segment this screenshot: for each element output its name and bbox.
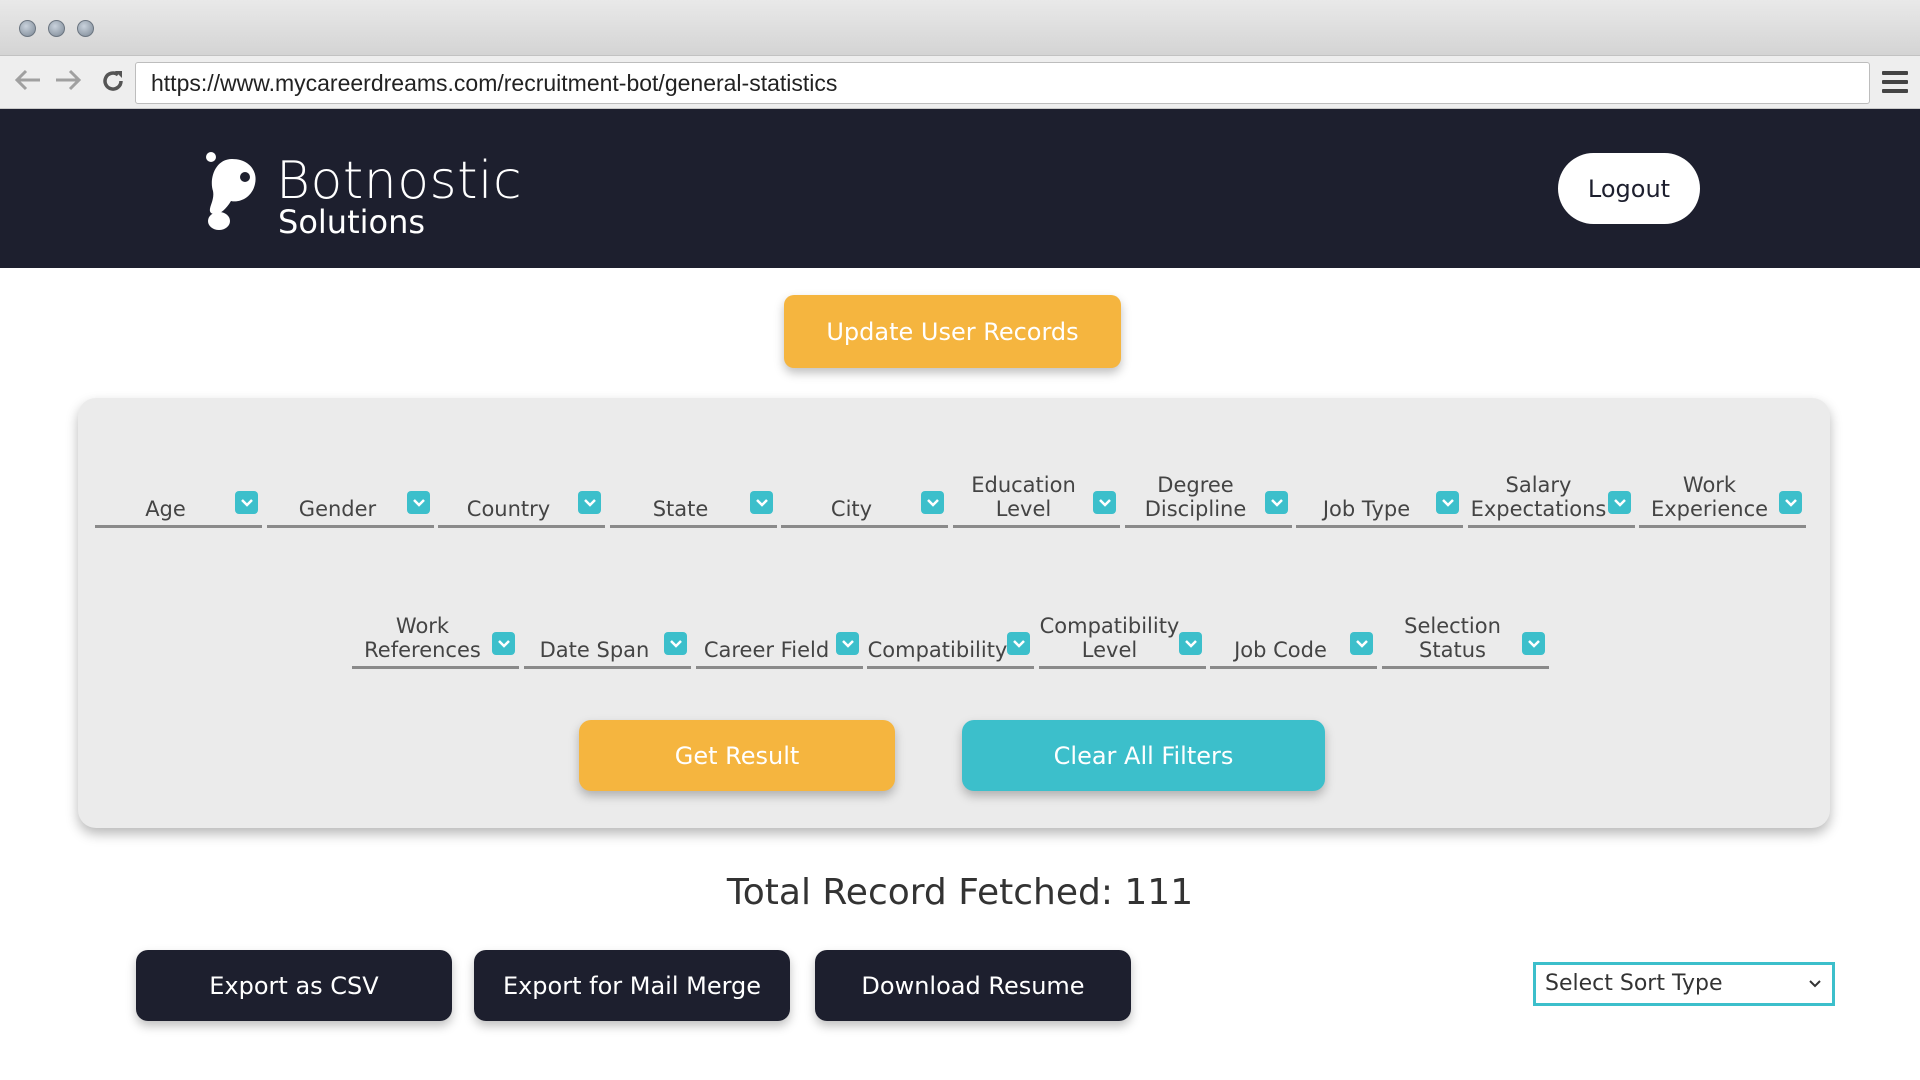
logo-subtitle: Solutions [278,203,426,241]
botnostic-logo-icon [206,152,256,230]
total-records-text: Total Record Fetched: 111 [726,872,1194,913]
update-user-records-button[interactable]: Update User Records [784,295,1121,368]
reload-icon[interactable] [100,68,126,100]
filter-label: Date Span [539,638,650,662]
chevron-down-icon[interactable] [1179,632,1202,655]
filter-label: City [830,497,873,521]
browser-menu-icon[interactable] [1882,71,1908,93]
chevron-down-icon[interactable] [1436,491,1459,514]
address-bar[interactable]: https://www.mycareerdreams.com/recruitme… [135,62,1870,104]
back-arrow-icon[interactable] [14,68,42,98]
browser-toolbar: https://www.mycareerdreams.com/recruitme… [0,56,1920,109]
logo-title: Botnostic [276,151,523,211]
window-maximize-icon[interactable] [77,20,94,37]
chevron-down-icon[interactable] [1779,491,1802,514]
site-header: Botnostic Solutions Logout [0,109,1920,268]
chevron-down-icon[interactable] [1093,491,1116,514]
filter-compatibility-level[interactable]: Compatibility Level [1039,594,1206,669]
filter-label: Selection Status [1404,614,1501,662]
filter-city[interactable]: City [781,453,948,528]
filter-country[interactable]: Country [438,453,605,528]
chevron-down-icon[interactable] [836,632,859,655]
filter-job-code[interactable]: Job Code [1210,594,1377,669]
chevron-down-icon[interactable] [1522,632,1545,655]
chevron-down-icon[interactable] [1007,632,1030,655]
sort-type-select[interactable]: Select Sort Type [1533,962,1835,1006]
logout-button[interactable]: Logout [1558,153,1700,224]
window-minimize-icon[interactable] [48,20,65,37]
export-csv-button[interactable]: Export as CSV [136,950,452,1021]
filter-education-level[interactable]: Education Level [953,453,1120,528]
filter-gender[interactable]: Gender [267,453,434,528]
filter-label: Work Experience [1650,473,1769,521]
browser-titlebar [0,0,1920,56]
clear-all-filters-button[interactable]: Clear All Filters [962,720,1325,791]
filter-salary-expectations[interactable]: Salary Expectations [1468,453,1635,528]
filter-label: Job Code [1234,638,1327,662]
filter-work-experience[interactable]: Work Experience [1639,453,1806,528]
chevron-down-icon[interactable] [1608,491,1631,514]
filter-job-type[interactable]: Job Type [1296,453,1463,528]
filter-career-field[interactable]: Career Field [696,594,863,669]
chevron-down-icon [1808,965,1822,1017]
filter-label: Age [145,497,186,521]
chevron-down-icon[interactable] [407,491,430,514]
filter-label: Work References [364,614,481,662]
filter-work-references[interactable]: Work References [352,594,519,669]
filter-date-span[interactable]: Date Span [524,594,691,669]
window-close-icon[interactable] [19,20,36,37]
filter-label: Salary Expectations [1470,473,1607,521]
get-result-button[interactable]: Get Result [579,720,895,791]
filter-label: Job Type [1322,497,1411,521]
filter-compatibility[interactable]: Compatibility [867,594,1034,669]
filter-panel: Age Gender Country State City Education … [78,398,1830,828]
filter-state[interactable]: State [610,453,777,528]
chevron-down-icon[interactable] [1265,491,1288,514]
filter-selection-status[interactable]: Selection Status [1382,594,1549,669]
filter-label: Gender [298,497,377,521]
sort-type-value: Select Sort Type [1545,971,1723,996]
chevron-down-icon[interactable] [750,491,773,514]
filter-label: Degree Discipline [1144,473,1247,521]
filter-label: Career Field [703,638,830,662]
filter-label: State [652,497,709,521]
chevron-down-icon[interactable] [664,632,687,655]
chevron-down-icon[interactable] [1350,632,1373,655]
download-resume-button[interactable]: Download Resume [815,950,1131,1021]
chevron-down-icon[interactable] [492,632,515,655]
chevron-down-icon[interactable] [235,491,258,514]
filter-label: Compatibility Level [1039,614,1180,662]
chevron-down-icon[interactable] [578,491,601,514]
filter-label: Compatibility [867,638,1008,662]
filter-label: Education Level [971,473,1076,521]
filter-degree-discipline[interactable]: Degree Discipline [1125,453,1292,528]
forward-arrow-icon[interactable] [54,68,82,98]
filter-age[interactable]: Age [95,453,262,528]
export-mail-merge-button[interactable]: Export for Mail Merge [474,950,790,1021]
chevron-down-icon[interactable] [921,491,944,514]
filter-label: Country [466,497,551,521]
